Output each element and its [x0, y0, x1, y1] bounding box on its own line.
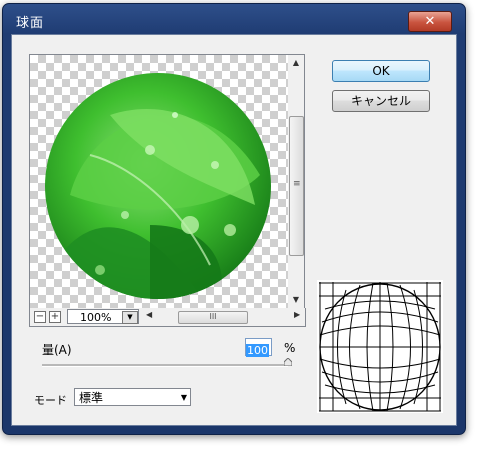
mode-select[interactable]: 標準 ▼ [74, 388, 191, 406]
scroll-down-icon[interactable]: ▼ [288, 292, 304, 308]
spherize-preview-image [45, 73, 271, 299]
horizontal-scroll-thumb[interactable]: III [178, 311, 248, 324]
ok-button[interactable]: OK [332, 60, 430, 82]
zoom-level-value: 100% [80, 311, 112, 324]
title-bar[interactable]: 球面 ✕ [3, 4, 465, 34]
grip-icon: III [209, 312, 217, 321]
amount-slider-handle[interactable] [284, 358, 292, 366]
spherize-grid-icon [317, 280, 443, 413]
chevron-down-icon: ▼ [180, 393, 187, 402]
zoom-in-button[interactable]: + [49, 311, 61, 323]
amount-input[interactable]: 100 [245, 338, 272, 357]
zoom-dropdown-button[interactable]: ▼ [122, 311, 138, 324]
mode-selected-value: 標準 [79, 391, 104, 405]
preview-vertical-scrollbar[interactable]: ▲ ≡ ▼ [288, 54, 305, 309]
cancel-button[interactable]: キャンセル [332, 90, 430, 112]
close-icon: ✕ [424, 14, 436, 29]
window-title: 球面 [16, 16, 45, 31]
scroll-left-icon[interactable]: ◀ [146, 310, 152, 319]
filter-preview[interactable] [29, 54, 290, 309]
amount-label: 量(A) [42, 343, 72, 357]
scroll-up-icon[interactable]: ▲ [288, 55, 304, 71]
dialog-body: ▲ ≡ ▼ − + 100% ▼ ◀ III ▶ OK キャンセル 量(A) 1… [11, 34, 457, 426]
amount-unit: % [284, 341, 296, 355]
mode-label: モード [34, 394, 67, 407]
chevron-down-icon: ▼ [127, 313, 133, 321]
amount-value: 100 [246, 344, 269, 357]
grip-icon: ≡ [293, 179, 301, 189]
amount-slider-track[interactable] [42, 364, 288, 367]
preview-toolbar: − + 100% ▼ ◀ III ▶ [29, 308, 306, 327]
dialog-window: 球面 ✕ ▲ ≡ ▼ − + 100% ▼ ◀ III ▶ OK キャンセル 量… [2, 3, 466, 435]
vertical-scroll-thumb[interactable]: ≡ [289, 116, 304, 256]
zoom-out-button[interactable]: − [34, 311, 46, 323]
close-button[interactable]: ✕ [408, 11, 452, 32]
scroll-right-icon[interactable]: ▶ [294, 310, 300, 319]
